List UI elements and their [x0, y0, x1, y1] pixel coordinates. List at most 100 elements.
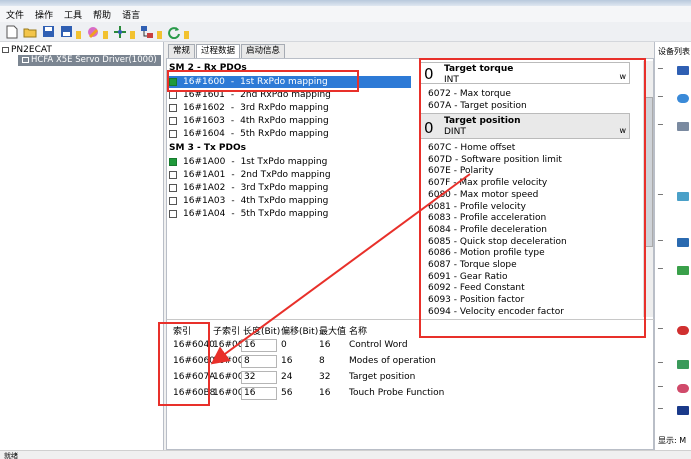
highlight-box-index-column — [158, 322, 210, 406]
save-as-button[interactable] — [58, 24, 74, 40]
edit-button[interactable] — [85, 24, 101, 40]
tab-startup-info[interactable]: 启动信息 — [241, 44, 286, 58]
catalog-collapse[interactable]: − — [657, 404, 664, 413]
status-text: 就绪 — [4, 452, 18, 459]
open-folder-icon — [23, 28, 37, 37]
col-header-length: 长度(Bit) — [243, 327, 281, 337]
catalog-footer: 显示: M — [658, 436, 687, 445]
pencil-icon — [88, 26, 98, 38]
cell-subindex: 16#00 — [213, 340, 244, 350]
cell-length[interactable]: 16 — [241, 339, 277, 352]
menu-file[interactable]: 文件 — [6, 8, 24, 21]
highlight-box-rxpdo — [167, 70, 359, 92]
catalog-globe-icon — [677, 94, 689, 103]
cell-offset: 24 — [281, 372, 293, 382]
network-button[interactable] — [112, 24, 128, 40]
pdo-row-1604[interactable]: 16#1604-5th RxPdo mapping — [169, 128, 329, 140]
catalog-green-icon — [677, 360, 689, 369]
col-header-offset: 偏移(Bit) — [281, 327, 319, 337]
tab-general[interactable]: 常规 — [168, 44, 196, 58]
status-bar: 就绪 — [0, 450, 691, 459]
pdo-checkbox[interactable] — [169, 197, 177, 205]
pdo-row-1a03[interactable]: 16#1A03-4th TxPdo mapping — [169, 195, 328, 207]
cell-max: 8 — [319, 356, 325, 366]
pdo-checkbox[interactable] — [169, 104, 177, 112]
menu-tools[interactable]: 工具 — [64, 8, 82, 21]
catalog-collapse[interactable]: − — [657, 120, 664, 129]
toolbar — [0, 22, 691, 42]
tab-process-data[interactable]: 过程数据 — [196, 44, 241, 59]
refresh-button[interactable] — [166, 24, 182, 40]
open-folder-button[interactable] — [22, 24, 38, 40]
catalog-collapse[interactable]: − — [657, 92, 664, 101]
pdo-row-1a00[interactable]: 16#1A00-1st TxPdo mapping — [169, 156, 327, 168]
pdo-row-1603[interactable]: 16#1603-4th RxPdo mapping — [169, 115, 329, 127]
catalog-io-icon — [677, 266, 689, 275]
refresh-icon — [168, 26, 180, 39]
scrollbar-thumb[interactable] — [645, 97, 653, 247]
sm3-header: SM 3 - Tx PDOs — [169, 143, 246, 153]
catalog-collapse[interactable]: − — [657, 324, 664, 333]
pdo-checkbox[interactable] — [169, 91, 177, 99]
catalog-collapse[interactable]: − — [657, 190, 664, 199]
download-button[interactable] — [139, 24, 155, 40]
tree-device-node[interactable]: HCFA X5E Servo Driver(1000) — [18, 55, 161, 66]
catalog-collapse[interactable]: − — [657, 358, 664, 367]
cell-name: Target position — [349, 372, 416, 382]
toolbar-flag — [76, 31, 81, 39]
pdo-list: SM 2 - Rx PDOs 16#1600-1st RxPdo mapping… — [167, 59, 412, 319]
pdo-checkbox[interactable] — [169, 130, 177, 138]
pdo-row-1a01[interactable]: 16#1A01-2nd TxPdo mapping — [169, 169, 331, 181]
new-file-button[interactable] — [4, 24, 20, 40]
servo-drive-icon — [22, 56, 29, 63]
menu-operate[interactable]: 操作 — [35, 8, 53, 21]
cell-max: 16 — [319, 388, 331, 398]
download-config-icon — [141, 25, 153, 38]
catalog-collapse[interactable]: − — [657, 264, 664, 273]
toolbar-flag — [157, 31, 162, 39]
cell-subindex: 16#00 — [213, 356, 244, 366]
pdo-row-1a04[interactable]: 16#1A04-5th TxPdo mapping — [169, 208, 328, 220]
col-header-max: 最大值 — [319, 327, 347, 337]
cell-length[interactable]: 8 — [241, 355, 277, 368]
pdo-checkbox[interactable] — [169, 158, 177, 166]
cell-max: 32 — [319, 372, 331, 382]
pdo-checkbox[interactable] — [169, 210, 177, 218]
pdo-row-1602[interactable]: 16#1602-3rd RxPdo mapping — [169, 102, 329, 114]
catalog-collapse[interactable]: − — [657, 64, 664, 73]
cell-length[interactable]: 16 — [241, 387, 277, 400]
catalog-net-icon — [677, 238, 689, 247]
cell-offset: 16 — [281, 356, 293, 366]
col-header-subindex: 子索引 — [213, 327, 241, 337]
pdo-checkbox[interactable] — [169, 171, 177, 179]
pdo-checkbox[interactable] — [169, 117, 177, 125]
catalog-k-icon — [677, 406, 689, 415]
save-icon — [42, 26, 54, 37]
tree-root[interactable]: PN2ECAT — [2, 45, 52, 55]
toolbar-flag — [130, 31, 135, 39]
menu-bar: 文件 操作 工具 帮助 语言 — [0, 6, 691, 22]
catalog-pink-icon — [677, 384, 689, 393]
catalog-collapse[interactable]: − — [657, 382, 664, 391]
catalog-device-icon — [677, 66, 689, 75]
catalog-module-icon — [677, 122, 689, 131]
toolbar-flag — [184, 31, 189, 39]
menu-language[interactable]: 语言 — [122, 8, 140, 21]
save-button[interactable] — [40, 24, 56, 40]
menu-help[interactable]: 帮助 — [93, 8, 111, 21]
save-as-icon — [60, 26, 72, 37]
catalog-collapse[interactable]: − — [657, 236, 664, 245]
cell-length[interactable]: 32 — [241, 371, 277, 384]
catalog-title: 设备列表 — [658, 47, 690, 56]
pdo-row-1a02[interactable]: 16#1A02-3rd TxPdo mapping — [169, 182, 328, 194]
col-header-name: 名称 — [349, 327, 368, 337]
pdo-mapping-table: 索引 子索引 长度(Bit) 偏移(Bit) 最大值 名称 16#6040 16#… — [167, 319, 655, 451]
cell-subindex: 16#00 — [213, 388, 244, 398]
new-file-icon — [6, 25, 18, 38]
network-node-icon — [2, 46, 9, 53]
device-catalog-panel: 设备列表 − − − − − − − − − − 显示: M — [654, 42, 691, 450]
tab-bar: 常规 过程数据 启动信息 — [168, 44, 286, 59]
network-icon — [114, 25, 126, 38]
cell-name: Modes of operation — [349, 356, 436, 366]
pdo-checkbox[interactable] — [169, 184, 177, 192]
